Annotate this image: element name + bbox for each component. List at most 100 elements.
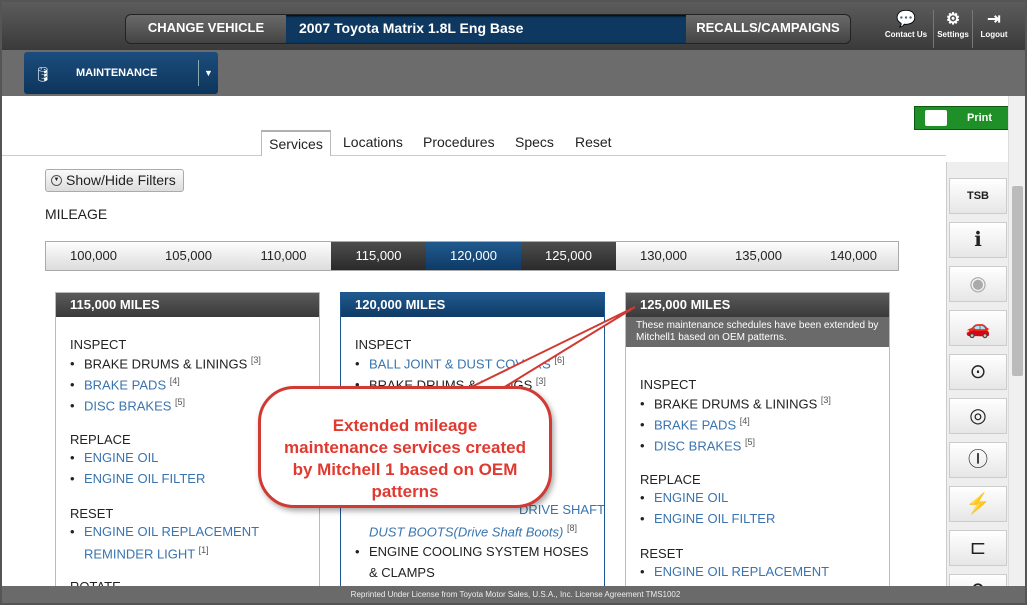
- car-wash-icon[interactable]: 🚗: [949, 310, 1007, 346]
- brake-reset-icon[interactable]: Ⓘ: [949, 442, 1007, 478]
- list-item[interactable]: • ENGINE OIL REPLACEMENT: [640, 564, 829, 579]
- print-button[interactable]: Print: [914, 106, 1009, 130]
- mileage-heading: MILEAGE: [45, 206, 108, 222]
- list-item[interactable]: • BRAKE PADS [4]: [640, 416, 750, 432]
- scrollbar-thumb[interactable]: [1012, 186, 1023, 376]
- list-item[interactable]: • DISC BRAKES [5]: [640, 437, 755, 453]
- item-link[interactable]: BRAKE PADS: [84, 377, 166, 392]
- tab-procedures[interactable]: Procedures: [423, 130, 495, 156]
- module-bar: 🛢 MAINTENANCE ▼: [2, 50, 1025, 96]
- mileage-option[interactable]: 135,000: [711, 242, 806, 270]
- tire-pressure-icon[interactable]: ⊙: [949, 354, 1007, 390]
- chevron-down-icon[interactable]: ▼: [198, 60, 218, 86]
- mileage-option[interactable]: 110,000: [236, 242, 331, 270]
- mileage-option-selected[interactable]: 120,000: [426, 242, 521, 270]
- chevron-down-circle-icon: ▼: [51, 175, 62, 186]
- settings-button[interactable]: ⚙ Settings: [933, 10, 973, 48]
- card-title: 120,000 MILES: [341, 293, 604, 317]
- item-link[interactable]: REMINDER LIGHT: [84, 546, 195, 561]
- info-doc-icon[interactable]: ℹ: [949, 222, 1007, 258]
- sensor-car-icon[interactable]: ◉: [949, 266, 1007, 302]
- wheel-icon[interactable]: ◎: [949, 398, 1007, 434]
- list-item: • BRAKE DRUMS & LININGS [3]: [640, 395, 831, 412]
- list-item[interactable]: • ENGINE OIL FILTER: [70, 471, 205, 486]
- tab-locations[interactable]: Locations: [343, 130, 403, 156]
- mileage-option[interactable]: 105,000: [141, 242, 236, 270]
- list-item[interactable]: DUST BOOTS(Drive Shaft Boots) [8]: [355, 523, 577, 539]
- list-item[interactable]: • ENGINE OIL FILTER: [640, 511, 775, 526]
- annotation-callout: Extended mileage maintenance services cr…: [258, 386, 552, 508]
- list-item: & CLAMPS: [355, 565, 435, 580]
- list-item[interactable]: • BRAKE PADS [4]: [70, 376, 180, 392]
- item-link[interactable]: ENGINE OIL FILTER: [84, 471, 205, 486]
- item-text: BRAKE DRUMS & LININGS: [84, 356, 248, 372]
- vehicle-bar: CHANGE VEHICLE 2007 Toyota Matrix 1.8L E…: [125, 14, 851, 44]
- logout-icon: ⇥: [987, 11, 1001, 28]
- print-label: Print: [967, 112, 993, 124]
- recalls-campaigns-button[interactable]: RECALLS/CAMPAIGNS: [686, 15, 850, 43]
- group-heading: INSPECT: [355, 337, 412, 352]
- list-item[interactable]: • ENGINE OIL REPLACEMENT: [70, 524, 259, 539]
- change-vehicle-button[interactable]: CHANGE VEHICLE: [126, 15, 286, 43]
- item-link[interactable]: DISC BRAKES: [654, 438, 741, 453]
- mileage-selector: 100,000 105,000 110,000 115,000 120,000 …: [45, 241, 899, 271]
- contact-us-label: Contact Us: [884, 30, 928, 39]
- list-item[interactable]: • ENGINE OIL: [70, 450, 158, 465]
- item-link[interactable]: BALL JOINT & DUST COVERS: [369, 356, 551, 371]
- extended-schedule-note: These maintenance schedules have been ex…: [626, 317, 889, 347]
- item-ref: [3]: [820, 395, 831, 405]
- group-heading: INSPECT: [70, 337, 127, 352]
- item-text: BRAKE DRUMS & LININGS: [654, 396, 818, 412]
- mileage-option[interactable]: 140,000: [806, 242, 901, 270]
- group-heading: REPLACE: [640, 472, 701, 487]
- show-hide-filters-button[interactable]: ▼ Show/Hide Filters: [45, 169, 184, 192]
- list-item[interactable]: • DISC BRAKES [5]: [70, 397, 185, 413]
- list-item: • BRAKE DRUMS & LININGS [3]: [70, 355, 261, 372]
- card-title: 125,000 MILES: [626, 293, 889, 317]
- settings-label: Settings: [937, 30, 969, 39]
- group-heading: RESET: [70, 506, 114, 521]
- mileage-card-125000: 125,000 MILES These maintenance schedule…: [625, 292, 890, 592]
- connector-icon[interactable]: ⊏: [949, 530, 1007, 566]
- item-link[interactable]: DUST BOOTS(Drive Shaft Boots): [369, 524, 563, 539]
- item-link[interactable]: ENGINE OIL REPLACEMENT: [84, 524, 259, 539]
- item-link[interactable]: ENGINE OIL: [654, 490, 728, 505]
- tab-reset[interactable]: Reset: [575, 130, 612, 156]
- tab-specs[interactable]: Specs: [515, 130, 554, 156]
- item-ref: [3]: [250, 355, 261, 365]
- list-item[interactable]: • BALL JOINT & DUST COVERS [6]: [355, 355, 564, 371]
- item-link[interactable]: BRAKE PADS: [654, 417, 736, 432]
- item-text: ENGINE COOLING SYSTEM HOSES: [369, 544, 589, 559]
- group-heading: REPLACE: [70, 432, 131, 447]
- tsb-icon[interactable]: TSB: [949, 178, 1007, 214]
- list-item[interactable]: REMINDER LIGHT [1]: [70, 545, 209, 561]
- item-link[interactable]: ENGINE OIL: [84, 450, 158, 465]
- printer-icon: [925, 110, 947, 126]
- top-bar: CHANGE VEHICLE 2007 Toyota Matrix 1.8L E…: [2, 2, 1025, 50]
- item-link[interactable]: ENGINE OIL REPLACEMENT: [654, 564, 829, 579]
- mileage-option[interactable]: 100,000: [46, 242, 141, 270]
- maintenance-module-button[interactable]: 🛢 MAINTENANCE ▼: [24, 52, 218, 94]
- item-ref: [4]: [169, 376, 180, 386]
- item-link[interactable]: DISC BRAKES: [84, 398, 171, 413]
- item-ref: [5]: [175, 397, 186, 407]
- tab-services[interactable]: Services: [261, 130, 331, 156]
- module-label: MAINTENANCE: [76, 67, 158, 79]
- mileage-option[interactable]: 115,000: [331, 242, 426, 270]
- app-window: CHANGE VEHICLE 2007 Toyota Matrix 1.8L E…: [0, 0, 1027, 605]
- mileage-option[interactable]: 125,000: [521, 242, 616, 270]
- mileage-option[interactable]: 130,000: [616, 242, 711, 270]
- item-ref: [3]: [535, 376, 546, 386]
- contact-us-button[interactable]: 💬 Contact Us: [884, 10, 928, 48]
- scrollbar[interactable]: [1008, 96, 1025, 586]
- battery-engine-icon[interactable]: ⚡: [949, 486, 1007, 522]
- logout-button[interactable]: ⇥ Logout: [976, 10, 1012, 48]
- logout-label: Logout: [980, 30, 1008, 39]
- card-title: 115,000 MILES: [56, 293, 319, 317]
- group-heading: RESET: [640, 546, 684, 561]
- item-link[interactable]: ENGINE OIL FILTER: [654, 511, 775, 526]
- filters-label: Show/Hide Filters: [66, 172, 176, 188]
- vehicle-name: 2007 Toyota Matrix 1.8L Eng Base: [299, 20, 524, 36]
- list-item[interactable]: • ENGINE OIL: [640, 490, 728, 505]
- item-text: & CLAMPS: [369, 565, 435, 580]
